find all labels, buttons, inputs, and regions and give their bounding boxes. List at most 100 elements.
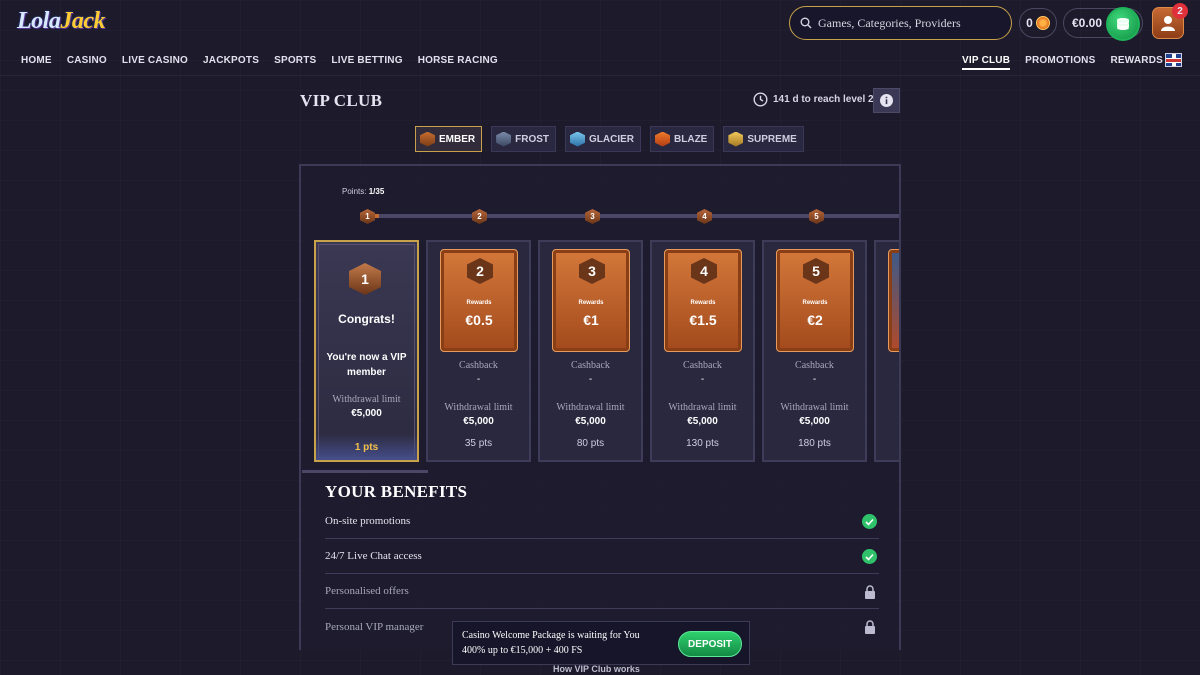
info-button[interactable] (873, 88, 900, 113)
level-number: 4 (691, 258, 717, 284)
lock-icon (862, 584, 877, 599)
step-marker: 5 (809, 209, 824, 224)
benefit-row: 24/7 Live Chat access (325, 539, 879, 574)
secondary-nav: VIP CLUB PROMOTIONS REWARDS (962, 55, 1163, 70)
main-nav: HOME CASINO LIVE CASINO JACKPOTS SPORTS … (21, 55, 498, 66)
level-points: 1 pts (316, 434, 417, 460)
step-marker: 3 (585, 209, 600, 224)
nav-casino[interactable]: CASINO (67, 55, 107, 66)
level-points: 35 pts (464, 437, 493, 449)
reward-value: €1.5 (689, 312, 717, 328)
reward-chest (888, 249, 899, 352)
level-countdown: 141 d to reach level 2 (753, 92, 874, 107)
nav-promotions[interactable]: PROMOTIONS (1025, 55, 1095, 70)
withdrawal-limit-value: €5,000 (687, 416, 718, 427)
nav-live-betting[interactable]: LIVE BETTING (331, 55, 402, 66)
info-icon (880, 94, 893, 107)
level-number: 5 (803, 258, 829, 284)
nav-vip-club[interactable]: VIP CLUB (962, 55, 1011, 70)
withdrawal-limit-label: Withdrawal limit (668, 402, 737, 413)
step-marker: 1 (360, 209, 375, 224)
coins-value: 0 (1026, 16, 1033, 30)
level-card[interactable]: 5 Rewards €2 Cashback - Withdrawal limit… (762, 240, 867, 462)
lock-icon (862, 619, 877, 634)
vip-member-text: You're now a VIP member (326, 352, 407, 378)
cashback-label: Cashback (683, 360, 722, 371)
level-card-partial[interactable] (874, 240, 899, 462)
reward-chest: 4 Rewards €1.5 (664, 249, 742, 352)
tab-frost[interactable]: FROST (491, 126, 557, 152)
supreme-gem-icon (728, 131, 744, 147)
promo-title: Casino Welcome Package is waiting for Yo… (462, 630, 640, 641)
reward-value: €0.5 (465, 312, 493, 328)
withdrawal-limit-label: Withdrawal limit (444, 402, 513, 413)
benefit-label: Personal VIP manager (325, 620, 424, 633)
rewards-label: Rewards (690, 300, 716, 306)
site-logo[interactable]: LolaJack (17, 8, 105, 35)
withdrawal-limit-label: Withdrawal limit (332, 394, 401, 405)
nav-rewards[interactable]: REWARDS (1110, 55, 1163, 70)
language-flag-icon[interactable] (1165, 53, 1182, 67)
how-vip-works-link[interactable]: How VIP Club works (553, 664, 640, 674)
tab-blaze[interactable]: BLAZE (650, 126, 715, 152)
level-card[interactable]: 4 Rewards €1.5 Cashback - Withdrawal lim… (650, 240, 755, 462)
level-countdown-text: 141 d to reach level 2 (773, 94, 874, 105)
welcome-promo-banner: Casino Welcome Package is waiting for Yo… (452, 621, 750, 665)
coin-icon (1035, 16, 1050, 30)
tab-glacier[interactable]: GLACIER (565, 126, 642, 152)
withdrawal-limit-value: €5,000 (799, 416, 830, 427)
cashback-label: Cashback (795, 360, 834, 371)
nav-jackpots[interactable]: JACKPOTS (203, 55, 259, 66)
withdrawal-limit-label: Withdrawal limit (780, 402, 849, 413)
nav-sports[interactable]: SPORTS (274, 55, 316, 66)
promo-offer: 400% up to €15,000 + 400 FS (462, 645, 583, 656)
benefit-label: Personalised offers (325, 585, 409, 597)
deposit-button[interactable]: DEPOSIT (678, 631, 742, 657)
tab-ember[interactable]: EMBER (415, 126, 483, 152)
cashback-label: Cashback (571, 360, 610, 371)
level-points: 80 pts (576, 437, 605, 449)
header-divider (0, 75, 1200, 76)
nav-horse-racing[interactable]: HORSE RACING (418, 55, 498, 66)
level-points: 180 pts (798, 437, 831, 449)
search-input[interactable] (818, 15, 998, 31)
cashback-value: - (700, 374, 705, 385)
level-points: 130 pts (686, 437, 719, 449)
coins-counter[interactable]: 0 (1019, 8, 1057, 38)
search-icon (800, 17, 812, 29)
reward-value: €2 (807, 312, 823, 328)
congrats-text: Congrats! (338, 312, 395, 326)
withdrawal-limit-value: €5,000 (351, 408, 382, 419)
balance-value: €0.00 (1072, 16, 1103, 30)
rewards-label: Rewards (578, 300, 604, 306)
wallet-button[interactable] (1106, 7, 1140, 41)
level-card[interactable]: 2 Rewards €0.5 Cashback - Withdrawal lim… (426, 240, 531, 462)
carousel-scroll-indicator[interactable] (302, 470, 428, 473)
reward-chest: 5 Rewards €2 (776, 249, 854, 352)
withdrawal-limit-value: €5,000 (463, 416, 494, 427)
level-number: 3 (579, 258, 605, 284)
page-title: VIP CLUB (300, 91, 383, 110)
level-card[interactable]: 3 Rewards €1 Cashback - Withdrawal limit… (538, 240, 643, 462)
withdrawal-limit-value: €5,000 (575, 416, 606, 427)
search-bar[interactable] (789, 6, 1012, 40)
points-label: Points: 1/35 (342, 187, 385, 196)
ember-gem-icon (420, 131, 435, 147)
level-gem-icon: 1 (349, 263, 381, 295)
notification-badge: 2 (1172, 3, 1188, 19)
benefits-title: YOUR BENEFITS (325, 482, 468, 501)
nav-live-casino[interactable]: LIVE CASINO (122, 55, 188, 66)
frost-gem-icon (496, 131, 512, 147)
tab-supreme[interactable]: SUPREME (723, 126, 804, 152)
clock-icon (753, 92, 768, 107)
site-header: LolaJack 0 €0.00 2 HOME CASINO LIVE CASI… (0, 0, 1200, 75)
rewards-label: Rewards (466, 300, 492, 306)
level-card-current[interactable]: 1 Congrats! You're now a VIP member With… (314, 240, 419, 462)
benefit-label: On-site promotions (325, 515, 411, 527)
benefit-label: 24/7 Live Chat access (325, 550, 422, 562)
benefit-row: Personalised offers (325, 574, 879, 609)
nav-home[interactable]: HOME (21, 55, 52, 66)
rewards-label: Rewards (802, 300, 828, 306)
reward-chest: 2 Rewards €0.5 (440, 249, 518, 352)
level-number: 2 (467, 258, 493, 284)
